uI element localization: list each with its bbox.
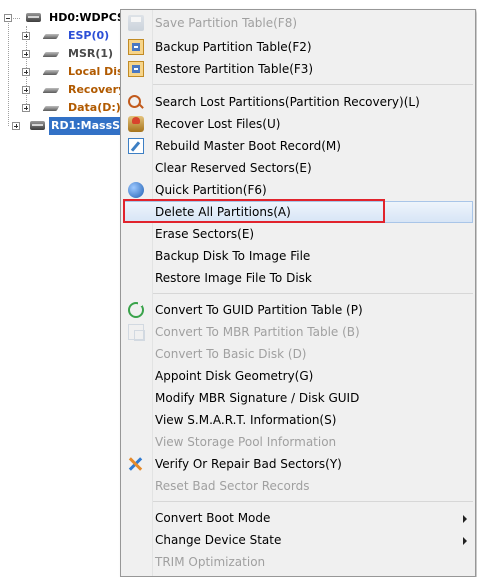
menu-item-label: Convert Boot Mode: [155, 511, 271, 525]
menu-item-label: TRIM Optimization: [155, 555, 266, 569]
tools-icon: [128, 456, 144, 472]
menu-item-modify-mbr-signature[interactable]: Modify MBR Signature / Disk GUID: [123, 387, 473, 409]
menu-item-label: Backup Partition Table(F2): [155, 40, 312, 54]
menu-item-rebuild-mbr[interactable]: Rebuild Master Boot Record(M): [123, 135, 473, 157]
tree-connector: [13, 18, 20, 19]
convert-mbr-icon: [128, 324, 145, 341]
menu-item-erase-sectors[interactable]: Erase Sectors(E): [123, 223, 473, 245]
disk0-label: HD0:WDPCS: [49, 11, 125, 24]
menu-item-convert-to-guid[interactable]: Convert To GUID Partition Table (P): [123, 299, 473, 321]
menu-item-quick-partition[interactable]: Quick Partition(F6): [123, 179, 473, 201]
context-menu: Save Partition Table(F8) Backup Partitio…: [120, 9, 476, 577]
edit-icon: [128, 138, 144, 154]
backup-icon: [128, 39, 144, 55]
menu-item-restore-partition-table[interactable]: Restore Partition Table(F3): [123, 58, 473, 80]
menu-item-restore-image-to-disk[interactable]: Restore Image File To Disk: [123, 267, 473, 289]
partition-icon: [42, 70, 60, 75]
menu-item-reset-bad-sector-records[interactable]: Reset Bad Sector Records: [123, 475, 473, 497]
menu-item-label: Backup Disk To Image File: [155, 249, 311, 263]
menu-item-search-lost-partitions[interactable]: Search Lost Partitions(Partition Recover…: [123, 91, 473, 113]
menu-item-label: Rebuild Master Boot Record(M): [155, 139, 341, 153]
partition-label-esp: ESP(0): [68, 29, 110, 42]
menu-item-label: Recover Lost Files(U): [155, 117, 281, 131]
menu-item-backup-partition-table[interactable]: Backup Partition Table(F2): [123, 36, 473, 58]
menu-item-trim-optimization[interactable]: TRIM Optimization: [123, 551, 473, 573]
menu-item-label: Appoint Disk Geometry(G): [155, 369, 314, 383]
recover-files-icon: [128, 116, 144, 132]
highlight-outline: [123, 199, 385, 223]
expand-icon[interactable]: [22, 86, 30, 94]
menu-item-verify-repair-bad-sectors[interactable]: Verify Or Repair Bad Sectors(Y): [123, 453, 473, 475]
menu-item-convert-boot-mode[interactable]: Convert Boot Mode: [123, 507, 473, 529]
menu-item-label: Reset Bad Sector Records: [155, 479, 310, 493]
menu-item-label: Convert To GUID Partition Table (P): [155, 303, 363, 317]
menu-separator: [153, 293, 473, 294]
menu-item-view-storage-pool[interactable]: View Storage Pool Information: [123, 431, 473, 453]
search-icon: [128, 95, 141, 108]
convert-icon: [128, 302, 144, 318]
menu-item-label: Clear Reserved Sectors(E): [155, 161, 312, 175]
expand-icon[interactable]: [22, 32, 30, 40]
menu-item-convert-to-mbr[interactable]: Convert To MBR Partition Table (B): [123, 321, 473, 343]
menu-item-label: Change Device State: [155, 533, 282, 547]
menu-item-label: Convert To Basic Disk (D): [155, 347, 307, 361]
partition-label-msr: MSR(1): [68, 47, 114, 60]
menu-item-label: View S.M.A.R.T. Information(S): [155, 413, 337, 427]
menu-separator: [153, 84, 473, 85]
partition-icon: [42, 106, 60, 111]
partition-icon: [42, 34, 60, 39]
collapse-icon[interactable]: [4, 14, 12, 22]
submenu-arrow-icon: [463, 515, 467, 523]
hard-disk-icon: [26, 13, 41, 22]
menu-item-label: View Storage Pool Information: [155, 435, 337, 449]
expand-icon[interactable]: [22, 50, 30, 58]
menu-item-label: Verify Or Repair Bad Sectors(Y): [155, 457, 342, 471]
quick-partition-icon: [128, 182, 144, 198]
menu-item-change-device-state[interactable]: Change Device State: [123, 529, 473, 551]
expand-icon[interactable]: [22, 104, 30, 112]
menu-item-save-partition-table[interactable]: Save Partition Table(F8): [123, 12, 473, 34]
partition-icon: [42, 52, 60, 57]
submenu-arrow-icon: [463, 537, 467, 545]
restore-icon: [128, 61, 144, 77]
menu-item-label: Quick Partition(F6): [155, 183, 267, 197]
menu-item-label: Modify MBR Signature / Disk GUID: [155, 391, 360, 405]
disk-tree: HD0:WDPCS ESP(0) MSR(1) Local Disk Recov…: [0, 0, 135, 574]
menu-item-clear-reserved-sectors[interactable]: Clear Reserved Sectors(E): [123, 157, 473, 179]
menu-item-recover-lost-files[interactable]: Recover Lost Files(U): [123, 113, 473, 135]
save-icon: [128, 15, 144, 31]
menu-item-backup-disk-to-image[interactable]: Backup Disk To Image File: [123, 245, 473, 267]
menu-item-appoint-disk-geometry[interactable]: Appoint Disk Geometry(G): [123, 365, 473, 387]
expand-icon[interactable]: [12, 122, 20, 130]
tree-connector: [8, 20, 9, 126]
menu-item-label: Save Partition Table(F8): [155, 16, 298, 30]
menu-item-label: Erase Sectors(E): [155, 227, 255, 241]
partition-icon: [42, 88, 60, 93]
expand-icon[interactable]: [22, 68, 30, 76]
menu-item-convert-to-basic[interactable]: Convert To Basic Disk (D): [123, 343, 473, 365]
menu-item-label: Restore Partition Table(F3): [155, 62, 314, 76]
hard-disk-icon: [30, 121, 45, 130]
menu-item-label: Convert To MBR Partition Table (B): [155, 325, 360, 339]
menu-item-label: Search Lost Partitions(Partition Recover…: [155, 95, 420, 109]
partition-label-recovery: Recovery: [68, 83, 126, 96]
menu-separator: [153, 501, 473, 502]
partition-label-data: Data(D:): [68, 101, 121, 114]
menu-item-label: Restore Image File To Disk: [155, 271, 312, 285]
menu-item-view-smart[interactable]: View S.M.A.R.T. Information(S): [123, 409, 473, 431]
